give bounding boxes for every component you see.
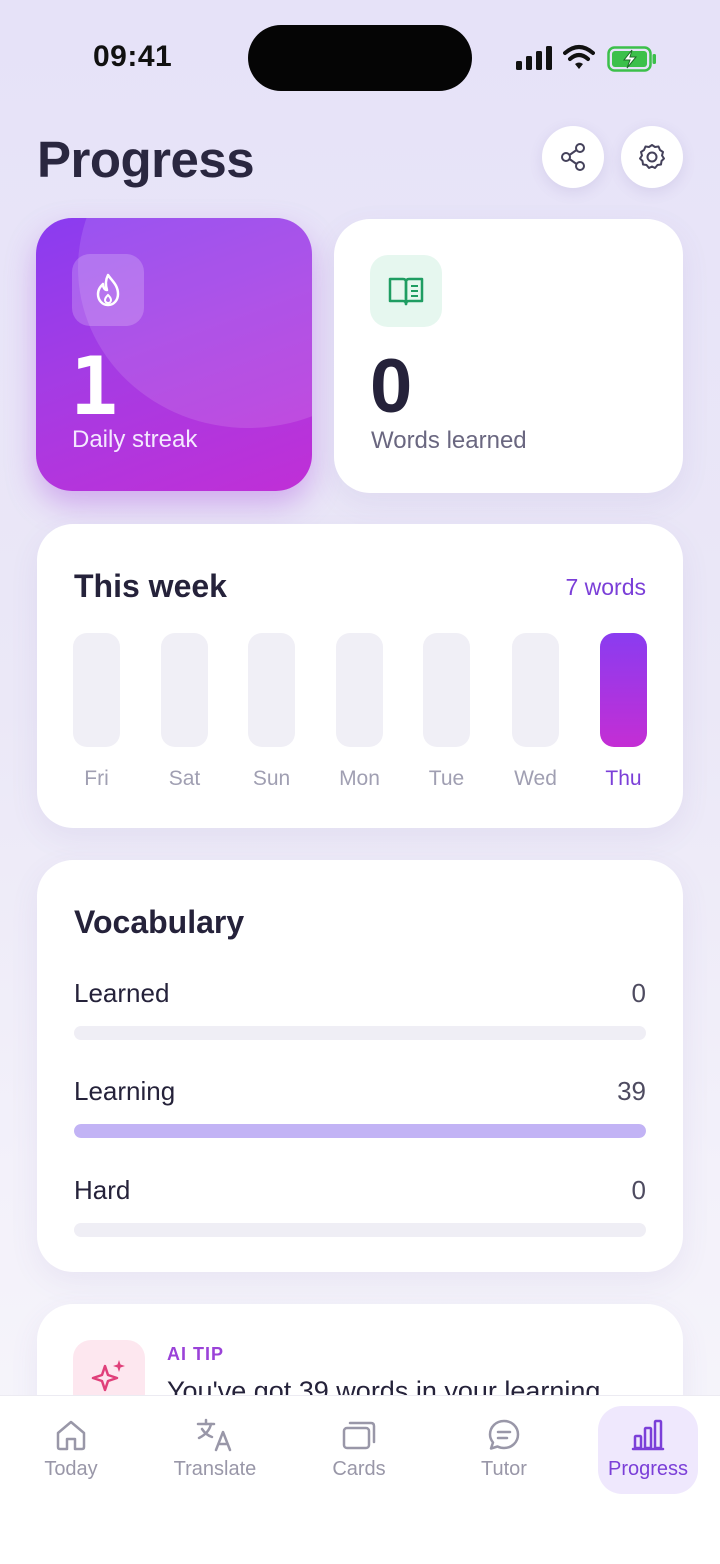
tab-today[interactable]: Today <box>21 1406 121 1494</box>
day-column[interactable]: Sun <box>248 633 295 793</box>
tab-label: Tutor <box>481 1458 527 1480</box>
this-week-card: This week 7 words Fri Sat Sun Mon Tue We… <box>37 524 683 828</box>
status-bar: 09:41 <box>0 0 720 110</box>
day-label: Tue <box>428 767 465 790</box>
streak-icon-tile <box>72 254 144 326</box>
share-icon <box>561 143 585 171</box>
day-bar <box>161 633 208 747</box>
day-bar <box>73 633 120 747</box>
day-bar <box>248 633 295 747</box>
day-column[interactable]: Mon <box>336 633 383 793</box>
this-week-title: This week <box>74 568 227 604</box>
streak-value: 1 <box>70 340 119 433</box>
day-bar <box>512 633 559 747</box>
open-book-icon <box>388 277 424 306</box>
vocab-row-learned[interactable]: Learned 0 <box>74 978 646 1040</box>
status-time: 09:41 <box>93 40 173 73</box>
translate-icon <box>196 1418 232 1452</box>
day-label: Sat <box>168 767 201 790</box>
vocab-row-count: 0 <box>631 1175 646 1205</box>
daily-streak-card[interactable]: 1 Daily streak <box>36 218 312 491</box>
day-bar <box>423 633 470 747</box>
bottom-tab-bar: Today Translate Cards Tutor Progress <box>0 1395 720 1564</box>
day-label: Wed <box>514 767 557 790</box>
settings-button[interactable] <box>621 126 683 188</box>
vocab-row-name: Learning <box>74 1076 176 1106</box>
share-button[interactable] <box>542 126 604 188</box>
day-column[interactable]: Sat <box>161 633 208 793</box>
vocab-row-hard[interactable]: Hard 0 <box>74 1175 646 1237</box>
words-learned-value: 0 <box>370 344 413 429</box>
page-title: Progress <box>37 131 255 188</box>
streak-label: Daily streak <box>72 426 198 453</box>
words-icon-tile <box>370 255 442 327</box>
day-column[interactable]: Wed <box>512 633 559 793</box>
day-label: Fri <box>84 767 109 790</box>
sparkle-icon <box>91 1360 125 1392</box>
week-bars: Fri Sat Sun Mon Tue Wed Thu <box>73 633 647 793</box>
vocab-progress-track <box>74 1223 646 1237</box>
tab-translate[interactable]: Translate <box>165 1406 265 1494</box>
words-learned-card[interactable]: 0 Words learned <box>334 219 683 493</box>
tab-tutor[interactable]: Tutor <box>454 1406 554 1494</box>
vocab-row-name: Learned <box>74 978 170 1008</box>
tab-label: Translate <box>173 1458 257 1480</box>
vocabulary-title: Vocabulary <box>74 904 245 940</box>
words-learned-label: Words learned <box>371 427 527 454</box>
tab-cards[interactable]: Cards <box>309 1406 409 1494</box>
flame-icon <box>96 273 120 307</box>
chat-icon <box>488 1419 520 1450</box>
tab-label: Today <box>44 1458 98 1480</box>
tab-label: Progress <box>607 1458 689 1480</box>
day-bar <box>336 633 383 747</box>
gear-icon <box>639 144 665 169</box>
tab-label: Cards <box>332 1458 386 1480</box>
wifi-icon <box>563 45 595 69</box>
battery-icon <box>607 46 656 72</box>
home-icon <box>56 1420 86 1451</box>
tip-label: AI TIP <box>167 1344 225 1364</box>
day-label-active: Thu <box>605 767 642 790</box>
day-column[interactable]: Fri <box>73 633 120 793</box>
vocab-progress-track <box>74 1124 646 1138</box>
bar-chart-icon <box>631 1419 665 1451</box>
vocab-progress-track <box>74 1026 646 1040</box>
vocab-row-count: 0 <box>631 978 646 1008</box>
dynamic-island <box>248 25 472 91</box>
day-label: Mon <box>339 767 380 790</box>
vocabulary-card: Vocabulary Learned 0 Learning 39 Hard 0 <box>37 860 683 1272</box>
cards-icon <box>342 1421 376 1450</box>
vocab-progress-fill <box>74 1124 646 1138</box>
vocab-row-name: Hard <box>74 1175 131 1205</box>
day-bar-active <box>600 633 647 747</box>
day-column[interactable]: Tue <box>423 633 470 793</box>
day-column-active[interactable]: Thu <box>600 633 647 793</box>
day-label: Sun <box>252 767 291 790</box>
this-week-total[interactable]: 7 words <box>565 574 646 601</box>
cellular-signal-icon <box>516 46 552 70</box>
vocab-row-count: 39 <box>617 1076 646 1106</box>
tab-progress[interactable]: Progress <box>598 1406 698 1494</box>
vocab-row-learning[interactable]: Learning 39 <box>74 1076 646 1138</box>
